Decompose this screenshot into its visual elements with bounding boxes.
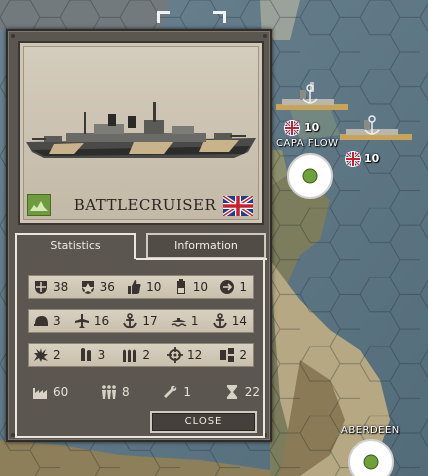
stat-ground-defense: 3 xyxy=(33,313,61,329)
shells-icon xyxy=(123,349,137,362)
uk-roundel-icon xyxy=(284,120,300,136)
sea-terrain-icon xyxy=(27,194,51,216)
stat-submarine-attack: 1 xyxy=(171,313,199,329)
stat-initiative: 2 xyxy=(33,347,61,363)
naval-defense-icon xyxy=(212,313,227,329)
explosion-icon xyxy=(34,348,48,362)
morale-icon xyxy=(128,280,141,294)
hard-attack-icon xyxy=(81,281,94,294)
unit-info-panel: BATTLECRUISER Statistics Information 38 … xyxy=(6,29,272,442)
stat-repair: 1 xyxy=(162,384,191,400)
tab-information[interactable]: Information xyxy=(146,233,266,259)
target-icon xyxy=(167,347,184,363)
fleet-strength-label: 10 xyxy=(304,121,320,134)
stat-soft-attack: 38 xyxy=(33,279,68,295)
city-label-aberdeen: ABERDEEN xyxy=(341,425,400,436)
stat-ammo: 3 xyxy=(78,347,105,363)
stat-row-attack: 38 36 10 10 1 xyxy=(28,275,254,299)
stat-cost: 60 xyxy=(32,384,68,400)
selection-bracket-right xyxy=(213,11,226,23)
stat-spotting: 2 xyxy=(219,347,247,363)
stat-hard-attack: 36 xyxy=(80,279,115,295)
stat-crew: 8 xyxy=(101,384,130,400)
stat-range: 1 xyxy=(219,279,247,295)
fleet-strength-label: 10 xyxy=(364,152,380,165)
tab-statistics[interactable]: Statistics xyxy=(15,233,136,259)
united-kingdom-flag xyxy=(223,196,253,216)
unit-portrait: BATTLECRUISER xyxy=(18,41,264,225)
stat-row-defense: 3 16 17 1 14 xyxy=(28,309,254,333)
stat-air-attack: 16 xyxy=(74,313,109,329)
submarine-attack-icon xyxy=(171,318,187,327)
crew-icon xyxy=(102,385,116,399)
naval-attack-icon xyxy=(123,313,138,329)
air-attack-icon xyxy=(74,314,89,328)
hourglass-icon xyxy=(226,385,237,399)
selection-bracket-left xyxy=(157,11,170,23)
ground-defense-icon xyxy=(34,316,48,326)
ammo-icon xyxy=(80,348,91,361)
spotting-icon xyxy=(220,348,235,362)
stat-fuel: 10 xyxy=(173,279,208,295)
stat-experience: 22 xyxy=(224,384,260,400)
city-marker-aberdeen[interactable] xyxy=(348,439,394,476)
city-marker-capa-flow[interactable] xyxy=(287,153,333,199)
wrench-icon xyxy=(164,385,177,398)
stat-naval-defense: 14 xyxy=(212,313,247,329)
stat-shells: 2 xyxy=(122,347,150,363)
stat-target: 12 xyxy=(167,347,202,363)
unit-summary-stats: 60 8 1 22 xyxy=(32,382,260,402)
battlecruiser-image xyxy=(26,102,256,158)
close-button[interactable]: CLOSE xyxy=(150,411,257,433)
city-label-capa-flow: CAPA FLOW xyxy=(276,138,339,149)
factory-icon xyxy=(33,388,47,399)
stat-naval-attack: 17 xyxy=(122,313,158,329)
uk-roundel-icon xyxy=(345,151,361,167)
range-icon xyxy=(220,280,235,294)
unit-name: BATTLECRUISER xyxy=(73,196,217,214)
stat-row-combat: 2 3 2 12 2 xyxy=(28,343,254,367)
stat-morale: 10 xyxy=(126,279,161,295)
fuel-icon xyxy=(176,279,185,294)
soft-attack-icon xyxy=(35,281,47,294)
